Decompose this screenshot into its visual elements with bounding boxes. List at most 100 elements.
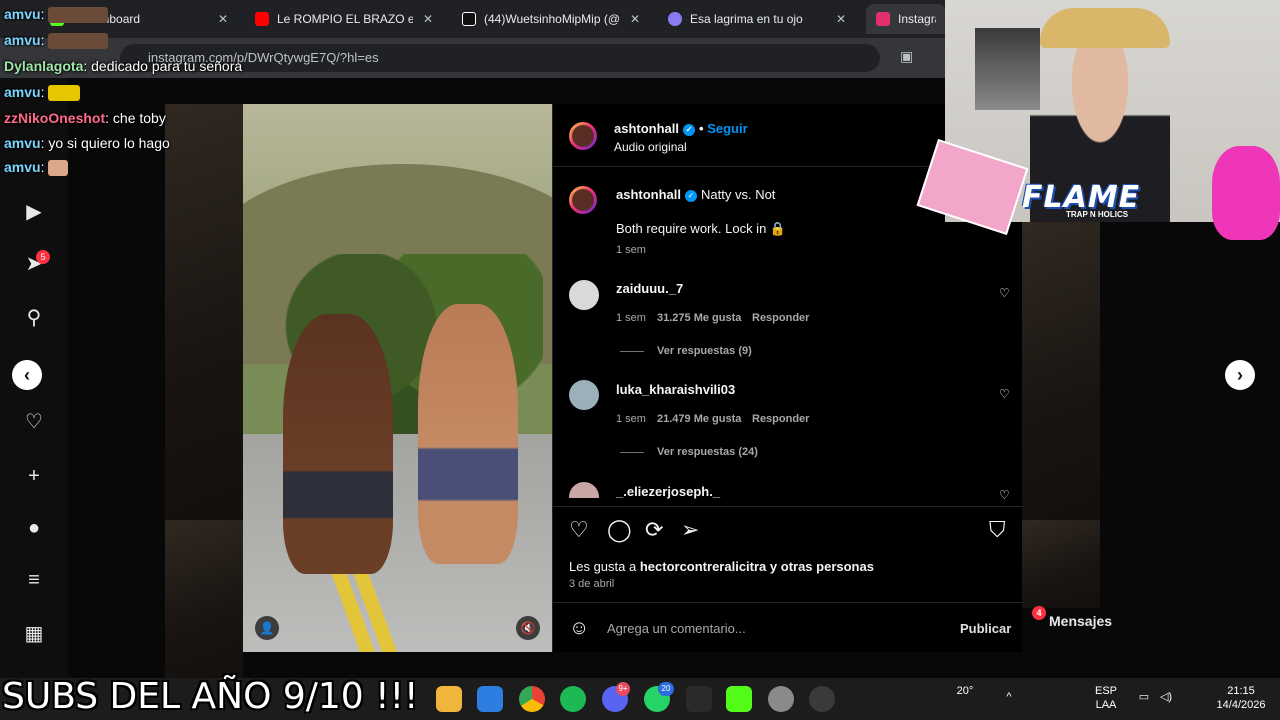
chat-username: amvu	[4, 6, 41, 22]
verified-icon: ✓	[683, 123, 696, 136]
menu-icon[interactable]: ≡	[22, 568, 46, 592]
app-icon[interactable]	[686, 686, 712, 712]
chat-username: amvu	[4, 135, 41, 151]
next-post-button[interactable]: ›	[1225, 360, 1255, 390]
close-icon[interactable]: ✕	[216, 12, 230, 26]
chat-text: yo si quiero lo hago	[48, 135, 170, 151]
chat-message: amvu:	[4, 32, 109, 50]
post-date: 3 de abril	[569, 578, 615, 590]
chat-message: amvu:	[4, 6, 109, 24]
language-indicator[interactable]: ESP LAA	[1091, 684, 1121, 712]
tab-tiktok[interactable]: (44)WuetsinhoMipMip (@to ✕	[452, 4, 652, 34]
store-icon[interactable]	[477, 686, 503, 712]
emote-image	[48, 160, 69, 177]
view-replies-button[interactable]: Ver respuestas (24)	[657, 446, 758, 458]
reply-button[interactable]: Responder	[752, 312, 809, 324]
messages-badge: 4	[1032, 606, 1046, 620]
view-replies-button[interactable]: Ver respuestas (9)	[657, 345, 752, 357]
lang-variant: LAA	[1095, 699, 1117, 711]
likes-prefix: Les gusta a	[569, 559, 637, 574]
like-comment-icon[interactable]: ♡	[999, 286, 1010, 300]
chevron-up-icon[interactable]: ^	[1001, 690, 1017, 704]
clock[interactable]: 21:15 14/4/2026	[1208, 684, 1274, 712]
previous-post-button[interactable]: ‹	[12, 360, 42, 390]
caption-title: Natty vs. Not	[701, 187, 776, 202]
chat-text: dedicado para tu señora	[91, 58, 243, 74]
commenter-avatar[interactable]	[569, 280, 599, 310]
more-icon[interactable]: ▦	[22, 622, 46, 646]
heart-icon[interactable]: ♡	[22, 410, 46, 434]
author-username[interactable]: ashtonhall	[614, 121, 679, 136]
create-icon[interactable]: +	[22, 464, 46, 488]
caption-avatar[interactable]	[567, 184, 599, 216]
commenter-avatar[interactable]	[569, 482, 599, 498]
obs-icon[interactable]	[809, 686, 835, 712]
emote-image	[48, 85, 81, 102]
settings-icon[interactable]	[768, 686, 794, 712]
publish-button[interactable]: Publicar	[960, 621, 1011, 636]
close-icon[interactable]: ✕	[834, 12, 848, 26]
caption-username[interactable]: ashtonhall	[616, 187, 681, 202]
tab-music[interactable]: Esa lagrima en tu ojo ✕	[658, 4, 858, 34]
comment-username[interactable]: luka_kharaishvili03	[616, 382, 735, 397]
follow-button[interactable]: Seguir	[707, 121, 747, 136]
like-comment-icon[interactable]: ♡	[999, 488, 1010, 502]
messages-button[interactable]: Mensajes 4	[1022, 604, 1232, 638]
post-media[interactable]: 👤 🔇	[243, 104, 552, 652]
discord-badge: 9+	[616, 682, 630, 696]
repost-icon[interactable]: ⟳	[645, 518, 663, 542]
close-icon[interactable]: ✕	[628, 12, 642, 26]
volume-icon[interactable]: ◁)	[1158, 690, 1174, 704]
commenter-avatar[interactable]	[569, 380, 599, 410]
post-header-user: ashtonhall ✓ • Seguir	[614, 121, 748, 136]
clock-date: 14/4/2026	[1216, 699, 1266, 711]
tab-title: Esa lagrima en tu ojo	[690, 12, 803, 26]
notification-badge: 5	[36, 250, 50, 264]
comment-username[interactable]: _.eliezerjoseph._	[616, 484, 720, 499]
save-icon[interactable]: ⛉	[989, 518, 1006, 542]
close-icon[interactable]: ✕	[421, 12, 435, 26]
weather-widget[interactable]: 20°	[950, 684, 980, 698]
like-icon[interactable]: ♡	[569, 518, 589, 542]
chat-username: amvu	[4, 84, 41, 100]
comment-icon[interactable]: ◯	[607, 518, 632, 542]
chat-message: zzNikoOneshot: che toby	[4, 110, 166, 126]
likes-others[interactable]: y otras personas	[770, 559, 874, 574]
audio-label[interactable]: Audio original	[614, 140, 687, 154]
reply-button[interactable]: Responder	[752, 413, 809, 425]
replies-line	[620, 351, 644, 352]
install-app-icon[interactable]: ▣	[900, 48, 920, 68]
monitor-icon[interactable]: ▭	[1136, 690, 1152, 704]
cap	[1040, 8, 1170, 48]
chat-message: amvu:	[4, 84, 81, 102]
runner	[418, 304, 518, 564]
comment-input[interactable]: Agrega un comentario...	[607, 621, 746, 636]
search-icon[interactable]: ⚲	[22, 306, 46, 330]
comment-likes[interactable]: 31.275 Me gusta	[657, 312, 741, 324]
comment-likes[interactable]: 21.479 Me gusta	[657, 413, 741, 425]
emoji-icon[interactable]: ☺	[569, 616, 589, 640]
spotify-icon[interactable]	[560, 686, 586, 712]
profile-icon[interactable]: ●	[22, 516, 46, 540]
file-explorer-icon[interactable]	[436, 686, 462, 712]
chat-username: Dylanlagota	[4, 58, 84, 74]
author-avatar[interactable]	[567, 120, 599, 152]
subs-banner: SUBS DEL AÑO 9/10 !!!	[2, 676, 419, 717]
likes-user[interactable]: hectorcontreralicitra	[640, 559, 766, 574]
tab-youtube[interactable]: Le ROMPIO EL BRAZO en V ✕	[245, 4, 445, 34]
tagged-user-icon[interactable]: 👤	[255, 616, 279, 640]
tab-instagram[interactable]: Instagram	[866, 4, 946, 34]
chat-message: amvu: yo si quiero lo hago	[4, 135, 170, 151]
emote-image	[48, 33, 109, 50]
divider	[553, 506, 1023, 507]
chat-message: Dylanlagota: dedicado para tu señora	[4, 58, 243, 74]
mute-icon[interactable]: 🔇	[516, 616, 540, 640]
comment-time: 1 sem	[616, 312, 646, 324]
chrome-icon[interactable]	[519, 686, 545, 712]
share-icon[interactable]: ➢	[681, 518, 699, 542]
comment-username[interactable]: zaiduuu._7	[616, 281, 683, 296]
whatsapp-badge: 20	[658, 682, 674, 696]
like-comment-icon[interactable]: ♡	[999, 387, 1010, 401]
kick-icon[interactable]	[726, 686, 752, 712]
reels-icon[interactable]: ▶	[22, 200, 46, 224]
